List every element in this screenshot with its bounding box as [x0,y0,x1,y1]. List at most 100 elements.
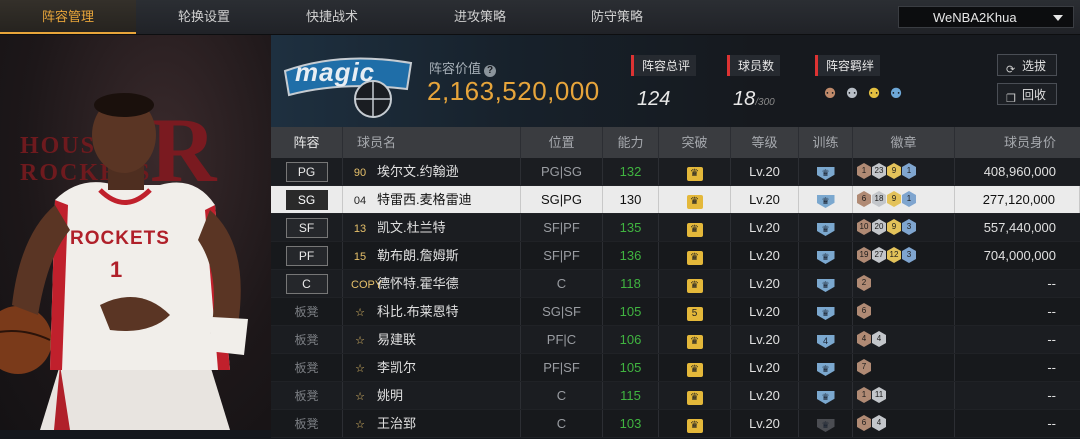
select-button[interactable]: ⟳ 选拔 [997,54,1057,76]
header-name[interactable]: 球员名 [343,127,521,158]
table-row[interactable]: PF 15 勒布朗.詹姆斯 SF|PF 136 ♛ Lv.20 ♛ 19 27 12 3… [271,242,1080,270]
crown-icon[interactable]: ♛ [686,363,703,377]
level-cell: Lv.20 [731,326,799,353]
badge-silver-icon[interactable]: 11 [872,387,886,403]
badge-silver-icon[interactable]: 18 [872,191,886,207]
player-name[interactable]: 凯文.杜兰特 [377,220,446,235]
header-breakthrough[interactable]: 突破 [659,127,731,158]
breakthrough-cell: ♛ [659,382,731,409]
slot-label[interactable]: PF [285,246,328,266]
name-cell: ☆ 姚明 [343,382,521,409]
header-price[interactable]: 球员身价 [955,127,1080,158]
table-row[interactable]: PG 90 埃尔文.约翰逊 PG|SG 132 ♛ Lv.20 ♛ 1 23 9 1 4… [271,158,1080,186]
link-gold-icon[interactable]: ⚉ [865,84,883,102]
crown-icon[interactable]: ♛ [686,251,703,265]
link-blue-icon[interactable]: ⚉ [887,84,905,102]
badge-silver-icon[interactable]: 20 [872,219,886,235]
team-header: magic 阵容价值? 2,163,520,000 阵容总评 124 球员数 1… [271,35,1080,127]
badge-bronze-icon[interactable]: 2 [857,275,871,291]
training-icon[interactable]: ♛ [816,251,835,264]
crown-icon[interactable]: ♛ [686,223,703,237]
badge-hof-icon[interactable]: 1 [902,163,916,179]
crown-icon[interactable]: ♛ [686,279,703,293]
header-level[interactable]: 等级 [731,127,799,158]
training-icon[interactable]: 4 [816,335,835,348]
tab-lineup[interactable]: 阵容管理 [0,0,136,34]
training-icon[interactable]: ♛ [816,419,835,432]
player-name[interactable]: 埃尔文.约翰逊 [377,164,459,179]
badge-bronze-icon[interactable]: 1 [857,163,871,179]
badge-bronze-icon[interactable]: 10 [857,219,871,235]
training-icon[interactable]: ♛ [816,279,835,292]
badge-hof-icon[interactable]: 3 [902,219,916,235]
badge-gold-icon[interactable]: 9 [887,219,901,235]
table-row[interactable]: C COPY德怀特.霍华德 C 118 ♛ Lv.20 ♛ 2 -- [271,270,1080,298]
table-row[interactable]: 板凳 ☆ 李凯尔 PF|SF 105 ♛ Lv.20 ♛ 7 -- [271,354,1080,382]
player-name[interactable]: 科比.布莱恩特 [377,304,459,319]
badge-gold-icon[interactable]: 9 [887,163,901,179]
badge-silver-icon[interactable]: 27 [872,247,886,263]
badge-bronze-icon[interactable]: 6 [857,303,871,319]
crown-icon[interactable]: 5 [686,307,703,321]
crown-icon[interactable]: ♛ [686,195,703,209]
table-row[interactable]: SF 13 凯文.杜兰特 SF|PF 135 ♛ Lv.20 ♛ 10 20 9 3 5… [271,214,1080,242]
player-name[interactable]: 特雷西.麦格雷迪 [377,192,472,207]
slot-label[interactable]: SF [285,218,328,238]
tab-offense[interactable]: 进攻策略 [412,0,548,34]
table-row[interactable]: 板凳 ☆ 科比.布莱恩特 SG|SF 105 5 Lv.20 ♛ 6 -- [271,298,1080,326]
badge-silver-icon[interactable]: 4 [872,331,886,347]
badge-bronze-icon[interactable]: 1 [857,387,871,403]
tab-rotation[interactable]: 轮换设置 [136,0,272,34]
crown-icon[interactable]: ♛ [686,167,703,181]
training-icon[interactable]: ♛ [816,307,835,320]
badge-hof-icon[interactable]: 3 [902,247,916,263]
link-silver-icon[interactable]: ⚉ [843,84,861,102]
badge-gold-icon[interactable]: 9 [887,191,901,207]
badge-silver-icon[interactable]: 4 [872,415,886,431]
badge-bronze-icon[interactable]: 6 [857,415,871,431]
tab-quick-tactics[interactable]: 快捷战术 [264,0,400,34]
badge-bronze-icon[interactable]: 19 [857,247,871,263]
table-row[interactable]: 板凳 ☆ 姚明 C 115 ♛ Lv.20 ♛ 1 11 -- [271,382,1080,410]
header-training[interactable]: 训练 [799,127,853,158]
badge-silver-icon[interactable]: 23 [872,163,886,179]
player-name[interactable]: 德怀特.霍华德 [377,276,459,291]
training-icon[interactable]: ♛ [816,167,835,180]
player-name[interactable]: 王治郅 [377,416,416,431]
link-bronze-icon[interactable]: ⚉ [821,84,839,102]
training-cell: ♛ [799,186,853,213]
table-row[interactable]: 板凳 ☆ 王治郅 C 103 ♛ Lv.20 ♛ 64 -- [271,410,1080,438]
player-name[interactable]: 勒布朗.詹姆斯 [377,248,459,263]
slot-cell: PG [271,158,343,185]
badge-gold-icon[interactable]: 12 [887,247,901,263]
account-dropdown[interactable]: WeNBA2Khua [898,6,1074,28]
header-ability[interactable]: 能力 [603,127,659,158]
training-icon[interactable]: ♛ [816,391,835,404]
slot-label[interactable]: PG [285,162,328,182]
header-position[interactable]: 位置 [521,127,603,158]
price-cell: -- [1047,304,1056,319]
header-badges[interactable]: 徽章 [853,127,955,158]
badge-bronze-icon[interactable]: 6 [857,191,871,207]
table-row[interactable]: 板凳 ☆ 易建联 PF|C 106 ♛ Lv.20 4 44 -- [271,326,1080,354]
training-icon[interactable]: ♛ [816,223,835,236]
badge-bronze-icon[interactable]: 7 [857,359,871,375]
recycle-button[interactable]: ❐ 回收 [997,83,1057,105]
player-name[interactable]: 李凯尔 [377,360,416,375]
badge-bronze-icon[interactable]: 4 [857,331,871,347]
slot-label[interactable]: C [285,274,328,294]
team-logo-text: magic [295,57,376,87]
training-icon[interactable]: ♛ [816,363,835,376]
table-row[interactable]: SG 04 特雷西.麦格雷迪 SG|PG 130 ♛ Lv.20 ♛ 6 18 9 1 … [271,186,1080,214]
account-name: WeNBA2Khua [933,10,1017,25]
badge-hof-icon[interactable]: 1 [902,191,916,207]
header-slot[interactable]: 阵容 [271,127,343,158]
slot-label[interactable]: SG [285,190,328,210]
crown-icon[interactable]: ♛ [686,419,703,433]
training-icon[interactable]: ♛ [816,195,835,208]
player-name[interactable]: 姚明 [377,388,403,403]
tab-defense[interactable]: 防守策略 [549,0,685,34]
player-name[interactable]: 易建联 [377,332,416,347]
crown-icon[interactable]: ♛ [686,391,703,405]
crown-icon[interactable]: ♛ [686,335,703,349]
